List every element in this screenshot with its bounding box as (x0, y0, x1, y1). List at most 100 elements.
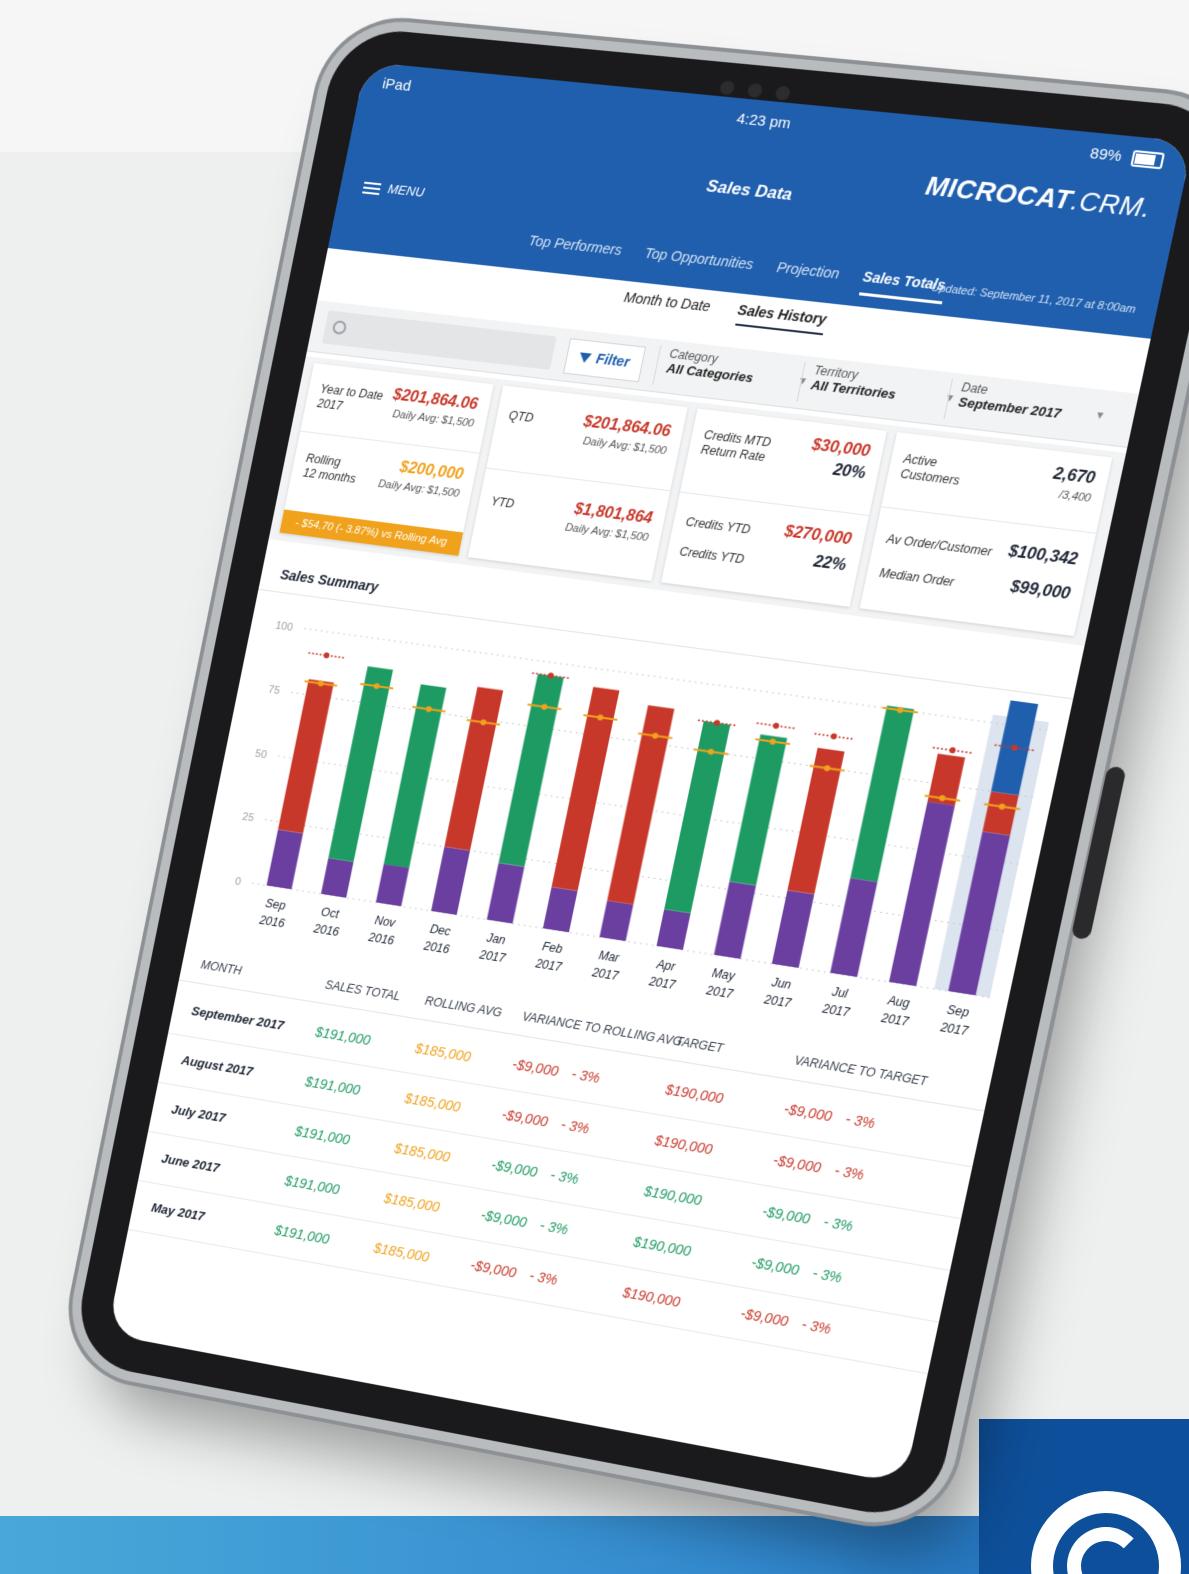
bar-segment-top (551, 686, 620, 891)
median-order-label: Median Order (878, 565, 956, 590)
y-tick-label: 100 (274, 620, 293, 634)
row-variance-rolling: -$9,000- 3% (500, 1106, 591, 1137)
row-month: May 2017 (150, 1200, 207, 1224)
x-tick-year: 2017 (762, 993, 793, 1010)
card-credits: Credits MTD Return Rate $30,000 20% Credi… (661, 408, 887, 607)
subtab-sales-history[interactable]: Sales History (734, 301, 829, 336)
territory-dropdown[interactable]: Territory All Territories ▼ (796, 361, 956, 418)
row-variance-target: -$9,000- 3% (760, 1203, 855, 1235)
rolling-value: $200,000 (398, 458, 465, 484)
y-tick-label: 75 (267, 684, 281, 697)
x-tick-month: Dec (429, 923, 452, 939)
bar-segment-base (599, 900, 634, 942)
card-customers: Active Customers 2,670 /3,400 Av Order/Cu… (859, 432, 1113, 637)
row-month: July 2017 (170, 1101, 227, 1126)
date-dropdown[interactable]: Date September 2017 ▼ (943, 378, 1106, 435)
x-tick-month: Nov (374, 914, 398, 930)
x-tick-year: 2017 (704, 984, 735, 1001)
row-variance-target: -$9,000- 3% (771, 1151, 866, 1183)
bar-segment-base (320, 858, 354, 898)
credits-ytd-rate: 22% (812, 553, 848, 575)
col-month: MONTH (199, 957, 243, 978)
tab-top-performers[interactable]: Top Performers (526, 232, 623, 266)
x-tick-year: 2017 (938, 1021, 970, 1039)
row-rolling-avg: $185,000 (372, 1239, 431, 1265)
y-tick-label: 0 (234, 876, 242, 889)
menu-button[interactable]: MENU (362, 179, 426, 200)
rolling-variance-banner: - $54.70 (- 3.87%) vs Rolling Avg (279, 509, 464, 556)
bar-segment-base (771, 890, 815, 968)
row-target: $190,000 (642, 1182, 704, 1209)
x-tick-month: Aug (885, 994, 911, 1011)
row-sales-total: $191,000 (303, 1073, 362, 1098)
category-dropdown[interactable]: Category All Categories ▼ (652, 345, 809, 401)
av-order-value: $100,342 (1006, 542, 1080, 569)
row-month: September 2017 (190, 1003, 286, 1033)
bar-segment-base (375, 863, 410, 907)
battery-icon (1130, 149, 1166, 170)
target-dot (948, 746, 957, 754)
ytd-row: Year to Date 2017 $201,864.06 Daily Avg: … (313, 368, 482, 445)
row-month: June 2017 (160, 1150, 221, 1176)
col-rolling-avg: ROLLING AVG (423, 993, 504, 1020)
x-tick-year: 2017 (879, 1011, 910, 1029)
row-sales-total: $191,000 (273, 1222, 331, 1248)
row-rolling-avg: $185,000 (413, 1040, 473, 1065)
chevron-down-icon: ▼ (1093, 409, 1107, 423)
row-variance-rolling: -$9,000- 3% (510, 1056, 602, 1086)
target-dot (830, 733, 838, 740)
row-rolling-avg: $185,000 (393, 1140, 452, 1165)
x-tick-month: Sep (946, 1003, 971, 1020)
ipad-device: iPad 4:23 pm 89% MICROCAT.CRM. Sales Dat… (69, 25, 1189, 1525)
x-tick-month: Jun (769, 976, 792, 992)
funnel-icon (578, 352, 593, 364)
bar-segment-top (498, 673, 564, 867)
bar-segment-base (486, 862, 525, 924)
x-tick-month: Oct (320, 906, 341, 922)
row-month: August 2017 (180, 1052, 255, 1079)
bar-segment-top (729, 734, 788, 886)
tab-top-opportunities[interactable]: Top Opportunities (642, 245, 755, 281)
x-tick-year: 2017 (477, 948, 507, 965)
tab-projection[interactable]: Projection (774, 259, 841, 290)
x-tick-year: 2017 (647, 975, 677, 992)
credits-ytd-label: Credits YTD Credits YTD (678, 514, 752, 567)
side-button (1070, 765, 1127, 941)
app-header: iPad 4:23 pm 89% MICROCAT.CRM. Sales Dat… (327, 61, 1189, 339)
subtab-month-to-date[interactable]: Month to Date (621, 289, 712, 320)
x-tick-year: 2016 (366, 931, 395, 948)
col-variance-target: VARIANCE TO TARGET (793, 1053, 929, 1089)
app-screen: iPad 4:23 pm 89% MICROCAT.CRM. Sales Dat… (106, 61, 1189, 1485)
row-variance-rolling: -$9,000- 3% (479, 1206, 570, 1238)
row-sales-total: $191,000 (283, 1172, 342, 1198)
active-customers-value: 2,670 (1051, 465, 1097, 488)
row-rolling-avg: $185,000 (382, 1189, 442, 1215)
battery-indicator: 89% (1088, 144, 1166, 170)
card-ytd-rolling: Year to Date 2017 $201,864.06 Daily Avg: … (279, 363, 494, 556)
median-order-value: $99,000 (1008, 578, 1072, 604)
battery-percent: 89% (1088, 144, 1124, 166)
bar-segment-base (830, 877, 878, 977)
x-tick-year: 2017 (820, 1002, 851, 1020)
row-variance-target: -$9,000- 3% (739, 1305, 833, 1337)
row-target: $190,000 (653, 1132, 715, 1158)
x-tick-month: Sep (264, 897, 287, 913)
row-variance-rolling: -$9,000- 3% (490, 1156, 581, 1188)
x-tick-year: 2016 (257, 914, 286, 931)
bar-segment-top (277, 679, 334, 834)
bar-segment-base (431, 846, 471, 915)
bar-segment-top (850, 705, 915, 882)
search-input[interactable] (321, 310, 557, 370)
row-target: $190,000 (621, 1284, 682, 1310)
credits-mtd-value: $30,000 (810, 436, 872, 461)
x-tick-year: 2017 (533, 957, 563, 974)
target-dot (772, 722, 780, 730)
bar-segment-top (328, 666, 394, 863)
x-tick-month: Apr (654, 958, 677, 974)
x-tick-month: May (711, 967, 737, 984)
x-tick-year: 2016 (312, 922, 341, 939)
active-customers-row: Active Customers 2,670 /3,400 (896, 438, 1099, 522)
rolling-row: Rolling 12 months $200,000 Daily Avg: $1,… (299, 438, 467, 516)
y-tick-label: 25 (241, 811, 255, 824)
filter-button[interactable]: Filter (562, 338, 647, 383)
